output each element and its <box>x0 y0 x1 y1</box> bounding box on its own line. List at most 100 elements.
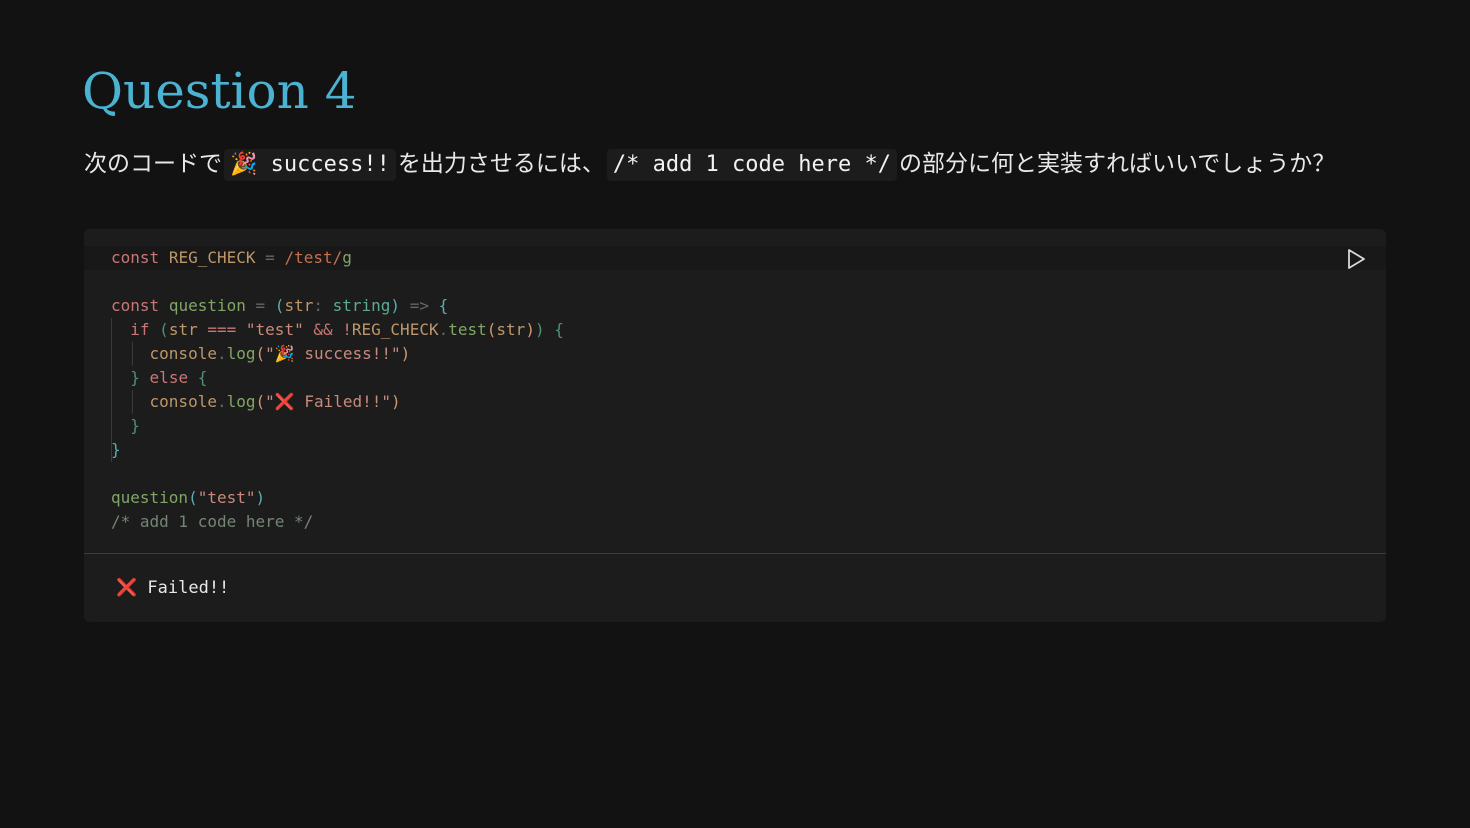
code-token: ) <box>255 488 266 507</box>
code-line[interactable]: } <box>84 438 1386 462</box>
console-output: ❌ Failed!! <box>116 573 229 603</box>
code-line[interactable]: /* add 1 code here */ <box>84 510 1386 534</box>
code-token: question <box>168 296 246 315</box>
code-editor[interactable]: const REG_CHECK = /test/g const question … <box>84 229 1386 622</box>
code-token: ) <box>391 392 401 411</box>
inline-code-placeholder: /* add 1 code here */ <box>606 149 897 181</box>
code-token: if <box>130 320 150 339</box>
code-token: console <box>149 392 217 411</box>
code-token: } <box>130 368 140 387</box>
code-line[interactable]: const REG_CHECK = /test/g <box>84 246 1386 270</box>
code-token: ( <box>486 320 497 339</box>
code-token: ) <box>400 344 411 363</box>
code-token: . <box>216 392 227 411</box>
inline-code-success: 🎉 success!! <box>224 149 396 181</box>
code-token: ( <box>159 320 169 339</box>
code-line[interactable] <box>84 270 1386 294</box>
code-token: REG_CHECK <box>168 248 256 267</box>
code-token: ( <box>274 296 285 315</box>
question-text-part: を出力させるには、 <box>397 151 605 177</box>
code-token: ( <box>255 392 266 411</box>
run-button[interactable] <box>1344 247 1368 271</box>
code-token: str <box>168 320 198 339</box>
code-token: === <box>207 320 237 339</box>
code-token: "test" <box>245 320 304 339</box>
code-token: Failed!!" <box>294 392 392 411</box>
code-token: ) <box>534 320 545 339</box>
code-line[interactable]: const question = (str: string) => { <box>84 294 1386 318</box>
code-token: => <box>409 296 429 315</box>
code-line[interactable]: if (str === "test" && !REG_CHECK.test(st… <box>84 318 1386 342</box>
code-token: log <box>226 344 256 363</box>
code-token: const <box>111 296 160 315</box>
code-line[interactable] <box>84 462 1386 486</box>
code-token: ( <box>255 344 266 363</box>
code-token: log <box>226 392 256 411</box>
page-title: Question 4 <box>82 62 357 120</box>
output-divider <box>84 553 1386 554</box>
code-token: else <box>149 368 189 387</box>
question-text-part: 次のコードで <box>84 151 222 177</box>
code-token: "test" <box>197 488 256 507</box>
code-line[interactable]: console.log("🎉 success!!") <box>84 342 1386 366</box>
code-token: "🎉 success!!" <box>265 344 401 363</box>
code-token: const <box>111 248 160 267</box>
code-token: { <box>197 368 208 387</box>
code-token: && <box>313 320 333 339</box>
code-token: } <box>130 416 140 435</box>
code-token: string <box>332 296 391 315</box>
code-token: ) <box>390 296 401 315</box>
code-token: : <box>313 296 323 315</box>
code-token: g <box>342 248 352 267</box>
code-token: ❌ <box>274 392 295 411</box>
code-line[interactable]: } else { <box>84 366 1386 390</box>
code-line[interactable]: console.log("❌ Failed!!") <box>84 390 1386 414</box>
code-token: ) <box>525 320 535 339</box>
cross-mark-icon: ❌ <box>116 578 138 598</box>
code-token: str <box>284 296 314 315</box>
question-text: 次のコードで 🎉 success!! を出力させるには、/* add 1 code … <box>84 144 1335 184</box>
code-token: REG_CHECK <box>351 320 439 339</box>
code-token: " <box>265 392 275 411</box>
code-token: { <box>554 320 564 339</box>
code-token: test <box>448 320 487 339</box>
question-text-part: の部分に何と実装すればいいでしょうか？ <box>899 151 1336 177</box>
code-token: . <box>438 320 449 339</box>
code-token: { <box>438 296 449 315</box>
code-token: } <box>111 440 121 459</box>
code-line[interactable]: } <box>84 414 1386 438</box>
code-area[interactable]: const REG_CHECK = /test/g const question … <box>84 246 1386 534</box>
play-icon <box>1348 249 1365 269</box>
code-token: /* add 1 code here */ <box>111 512 314 531</box>
code-token: = <box>255 296 266 315</box>
code-token: console <box>149 344 217 363</box>
code-token: ( <box>188 488 198 507</box>
code-token: . <box>216 344 227 363</box>
code-token: /test/ <box>284 248 343 267</box>
code-token: str <box>496 320 526 339</box>
code-token: ! <box>342 320 352 339</box>
code-line[interactable]: question("test") <box>84 486 1386 510</box>
code-token: = <box>265 248 275 267</box>
